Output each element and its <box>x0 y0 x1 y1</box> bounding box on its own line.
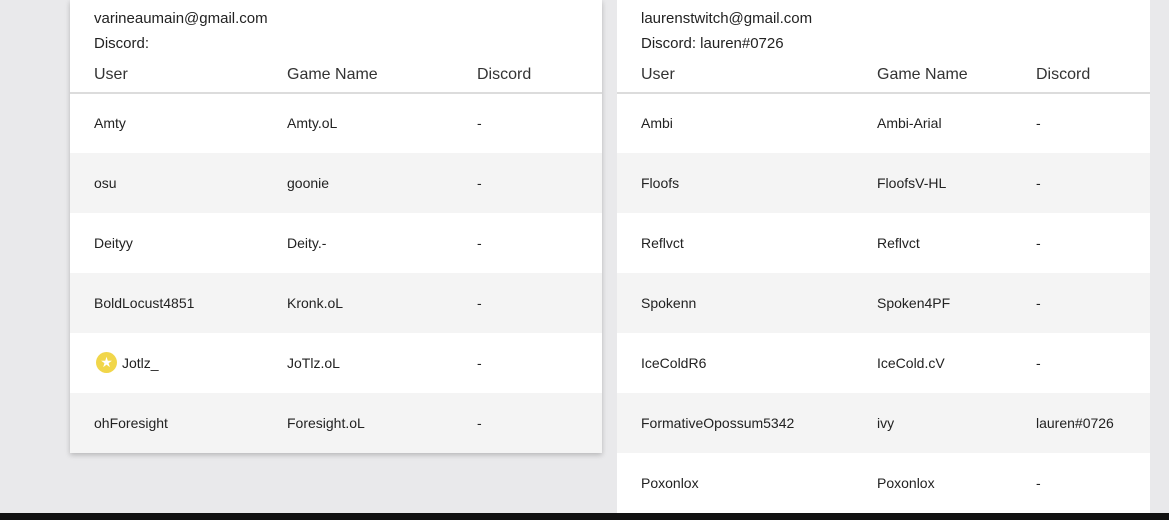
cell-user: Amty <box>94 115 126 131</box>
cell-discord: - <box>1036 355 1041 371</box>
cell-discord: - <box>1036 295 1041 311</box>
table-row: Floofs FloofsV-HL - <box>617 153 1150 213</box>
cell-user: Ambi <box>641 115 673 131</box>
cell-user: Reflvct <box>641 235 684 251</box>
cell-game-name: ivy <box>877 415 895 431</box>
cell-discord: - <box>1036 235 1041 251</box>
cell-discord: - <box>1036 115 1041 131</box>
cell-user: Jotlz_ <box>122 355 159 371</box>
star-icon: ★ <box>96 352 117 373</box>
table-row: Spokenn Spoken4PF - <box>617 273 1150 333</box>
team-email: laurenstwitch@gmail.com <box>641 10 813 27</box>
cell-discord: - <box>477 175 482 191</box>
cell-discord: - <box>477 295 482 311</box>
team-discord: Discord: <box>94 35 150 52</box>
team-card-left: varineaumain@gmail.com Discord: User Gam… <box>70 0 602 453</box>
cell-game-name: Deity.- <box>287 235 327 251</box>
cell-game-name: Ambi-Arial <box>877 115 942 131</box>
cell-discord: - <box>477 235 482 251</box>
cell-discord: - <box>1036 175 1041 191</box>
cell-user: ohForesight <box>94 415 168 431</box>
column-header-game-name: Game Name <box>877 66 968 83</box>
table-row: FormativeOpossum5342 ivy lauren#0726 <box>617 393 1150 453</box>
table-row: Poxonlox Poxonlox - <box>617 453 1150 513</box>
table-row: Amty Amty.oL - <box>70 93 602 153</box>
cell-game-name: goonie <box>287 175 330 191</box>
cell-user: Spokenn <box>641 295 697 311</box>
roster-table: Ambi Ambi-Arial - Floofs FloofsV-HL - Re… <box>617 93 1150 513</box>
cell-game-name: JoTlz.oL <box>287 355 340 371</box>
cell-discord: - <box>477 115 482 131</box>
cell-game-name: IceCold.cV <box>877 355 945 371</box>
column-header-user: User <box>641 66 675 83</box>
table-row: Reflvct Reflvct - <box>617 213 1150 273</box>
cell-game-name: Foresight.oL <box>287 415 365 431</box>
cell-game-name: Spoken4PF <box>877 295 951 311</box>
cell-game-name: Kronk.oL <box>287 295 344 311</box>
team-discord: Discord: lauren#0726 <box>641 35 784 52</box>
team-card-right: laurenstwitch@gmail.com Discord: lauren#… <box>617 0 1150 513</box>
table-row: osu goonie - <box>70 153 602 213</box>
table-header: User Game Name Discord <box>70 66 602 94</box>
cell-user: BoldLocust4851 <box>94 295 195 311</box>
taskbar-edge <box>0 513 1169 520</box>
cell-game-name: Poxonlox <box>877 475 935 491</box>
column-header-game-name: Game Name <box>287 66 378 83</box>
table-row: BoldLocust4851 Kronk.oL - <box>70 273 602 333</box>
column-header-user: User <box>94 66 128 83</box>
cell-game-name: Reflvct <box>877 235 920 251</box>
column-header-discord: Discord <box>1036 66 1091 83</box>
table-row: ohForesight Foresight.oL - <box>70 393 602 453</box>
table-row: Ambi Ambi-Arial - <box>617 93 1150 153</box>
table-row: Deityy Deity.- - <box>70 213 602 273</box>
cell-game-name: FloofsV-HL <box>877 175 947 191</box>
cell-user: Floofs <box>641 175 680 191</box>
cell-discord: lauren#0726 <box>1036 415 1114 431</box>
column-header-discord: Discord <box>477 66 532 83</box>
cell-user: FormativeOpossum5342 <box>641 415 795 431</box>
table-row: IceColdR6 IceCold.cV - <box>617 333 1150 393</box>
cell-user: IceColdR6 <box>641 355 707 371</box>
team-email: varineaumain@gmail.com <box>94 10 268 27</box>
table-row: ★ Jotlz_ JoTlz.oL - <box>70 333 602 393</box>
cell-user: Deityy <box>94 235 133 251</box>
roster-table: Amty Amty.oL - osu goonie - Deityy Deity… <box>70 93 602 453</box>
cell-discord: - <box>477 415 482 431</box>
cell-user: Poxonlox <box>641 475 699 491</box>
table-header: User Game Name Discord <box>617 66 1150 94</box>
cell-discord: - <box>1036 475 1041 491</box>
cell-game-name: Amty.oL <box>287 115 338 131</box>
cell-user: osu <box>94 175 117 191</box>
cell-discord: - <box>477 355 482 371</box>
